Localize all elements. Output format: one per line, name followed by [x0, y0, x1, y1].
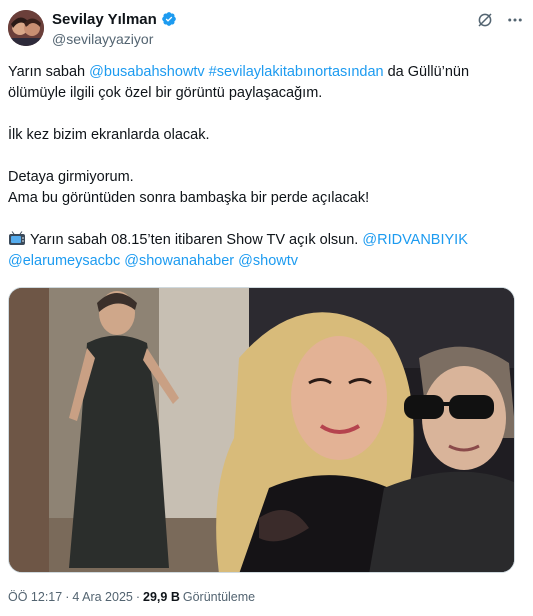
tweet-time[interactable]: ÖÖ 12:17	[8, 590, 62, 604]
author-info: Sevilay Yılman @sevilayyaziyor	[52, 10, 177, 47]
avatar[interactable]	[8, 10, 44, 46]
display-name-row: Sevilay Yılman	[52, 10, 177, 28]
views-count: 29,9 B	[143, 590, 180, 604]
tweet-text: Yarın sabah @busabahshowtv #sevilaylakit…	[8, 62, 523, 272]
verified-badge-icon	[161, 11, 177, 27]
text-segment: Yarın sabah 08.15’ten itibaren Show TV a…	[30, 232, 363, 248]
paragraph-1-line-2: ölümüyle ilgili çok özel bir görüntü pay…	[8, 85, 323, 101]
paragraph-2: İlk kez bizim ekranlarda olacak.	[8, 127, 210, 143]
meta-separator: ·	[65, 590, 70, 604]
television-emoji-icon	[8, 231, 26, 246]
hashtag-link[interactable]: #sevilaylakitabınortasından	[209, 64, 384, 80]
grok-icon[interactable]	[475, 10, 495, 30]
tweet-header: Sevilay Yılman @sevilayyaziyor	[8, 8, 525, 48]
more-options-icon[interactable]	[505, 10, 525, 30]
display-name[interactable]: Sevilay Yılman	[52, 11, 157, 28]
mention-showtv[interactable]: @showtv	[238, 253, 298, 269]
paragraph-3-line-2: Ama bu görüntüden sonra bambaşka bir per…	[8, 190, 370, 206]
mention-busabahshowtv[interactable]: @busabahshowtv	[89, 64, 204, 80]
mention-showanahaber[interactable]: @showanahaber	[124, 253, 234, 269]
collage-photo	[9, 288, 514, 572]
header-actions	[475, 10, 525, 30]
text-segment: Yarın sabah	[8, 64, 90, 80]
paragraph-4-line-2: @elarumeysacbc @showanahaber @showtv	[8, 251, 523, 272]
meta-separator: ·	[135, 590, 141, 604]
tweet-media-image[interactable]	[8, 287, 515, 573]
mention-ridvanbiyik[interactable]: @RIDVANBIYIK	[362, 232, 468, 248]
tweet-card: Sevilay Yılman @sevilayyaziyor Yarın sab…	[0, 0, 533, 616]
text-segment: da Güllü’nün	[383, 64, 470, 80]
tweet-date[interactable]: 4 Ara 2025	[72, 590, 132, 604]
tweet-meta: ÖÖ 12:17 · 4 Ara 2025 · 29,9 B Görüntüle…	[8, 590, 255, 604]
paragraph-3-line-1: Detaya girmiyorum.	[8, 169, 134, 185]
author-handle[interactable]: @sevilayyaziyor	[52, 31, 177, 47]
mention-elarumeysacbc[interactable]: @elarumeysacbc	[8, 253, 120, 269]
views-label: Görüntüleme	[182, 590, 256, 604]
paragraph-4: Yarın sabah 08.15’ten itibaren Show TV a…	[8, 230, 523, 251]
paragraph-1: Yarın sabah @busabahshowtv #sevilaylakit…	[8, 62, 523, 83]
avatar-image	[8, 10, 44, 46]
